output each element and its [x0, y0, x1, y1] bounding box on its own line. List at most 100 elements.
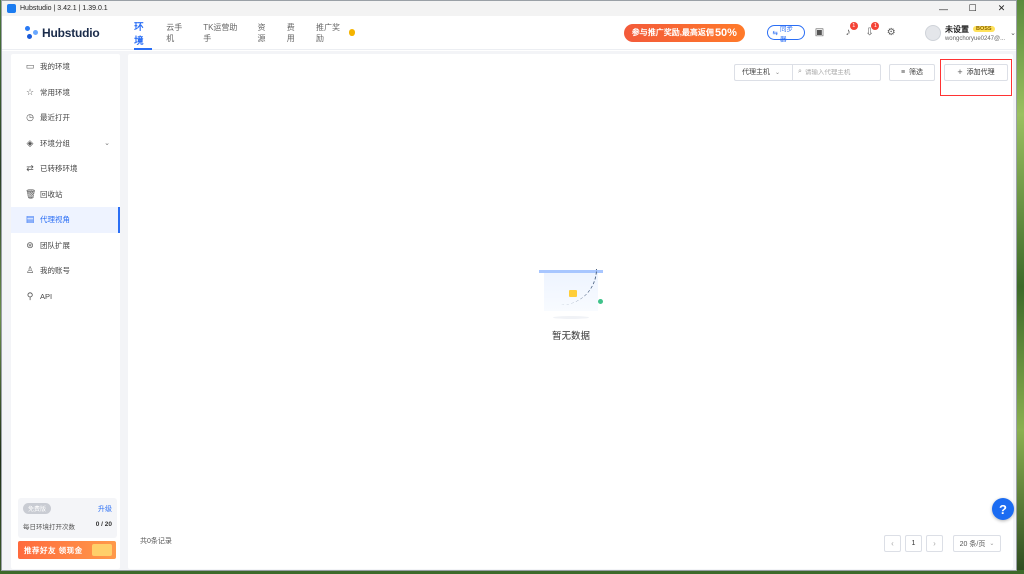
sidebar-item-team-extensions[interactable]: ⊛ 团队扩展	[11, 233, 120, 259]
user-menu[interactable]: 未设置 BOSS wongchoryue0247@... ⌄	[924, 24, 1016, 42]
sidebar-item-label: 常用环境	[40, 87, 70, 97]
sidebar-item-label: 代理视角	[40, 215, 70, 225]
nav-cloud-phone[interactable]: 云手机	[159, 16, 196, 50]
title-bar: Hubstudio | 3.42.1 | 1.39.0.1 — ☐ ✕	[2, 1, 1016, 16]
total-records: 共0条记录	[140, 538, 172, 545]
settings-doc-icon[interactable]: ⚙	[884, 26, 898, 40]
pagination: ‹ 1 › 20 条/页 ⌄	[880, 535, 1001, 552]
maximize-button[interactable]: ☐	[958, 1, 987, 16]
layers-icon: ◈	[26, 137, 34, 148]
filter-icon: ≡	[900, 68, 906, 76]
nav-billing[interactable]: 费用	[280, 16, 309, 50]
illustration-dot	[598, 299, 603, 304]
search-icon: ⌕	[798, 68, 802, 75]
highlight-box: + 添加代理	[940, 58, 1012, 96]
sync-label: 同步器	[779, 25, 793, 43]
add-proxy-button[interactable]: + 添加代理	[944, 63, 1008, 81]
proxy-select-value: 代理主机	[742, 69, 770, 76]
filter-button[interactable]: ≡ 筛选	[889, 63, 935, 81]
user-name-text: 未设置	[944, 24, 969, 34]
toolbar: 代理主机 ⌄ ⌕ ≡ 筛选 + 添加代理	[734, 58, 1013, 96]
chevron-down-icon: ⌄	[989, 541, 995, 547]
monitor-icon: ▭	[25, 61, 35, 72]
empty-illustration	[539, 269, 603, 321]
refer-banner[interactable]: 推荐好友 领现金	[18, 541, 116, 559]
search-input[interactable]	[804, 68, 877, 76]
close-button[interactable]: ✕	[987, 1, 1016, 16]
daily-opens-count: 0 / 20	[95, 521, 112, 528]
screen-icon[interactable]: ▣	[813, 26, 827, 40]
sync-icon: ⇆	[772, 29, 778, 37]
lock-icon	[569, 290, 577, 297]
next-page-button[interactable]: ›	[926, 535, 943, 552]
star-icon: ☆	[25, 86, 35, 97]
main-panel: 代理主机 ⌄ ⌕ ≡ 筛选 + 添加代理	[128, 54, 1013, 569]
prev-page-button[interactable]: ‹	[884, 535, 901, 552]
upgrade-link[interactable]: 升级	[98, 504, 112, 514]
team-icon: ⊛	[26, 239, 34, 250]
api-icon: ⚲	[26, 290, 34, 301]
promo-text: 参与推广奖励,最高返佣	[631, 28, 714, 37]
sidebar-item-favorites[interactable]: ☆ 常用环境	[11, 80, 120, 106]
minimize-button[interactable]: —	[929, 1, 958, 16]
sidebar-item-transferred[interactable]: ⇄ 已转移环境	[11, 156, 120, 182]
gift-icon	[92, 544, 112, 556]
content-area: ▭ 我的环境 ☆ 常用环境 ◷ 最近打开 ◈ 环境分组 ⌄ ⇄ 已转移环境 🗑	[2, 51, 1016, 570]
user-icon: ♙	[25, 265, 35, 276]
user-info: 未设置 BOSS wongchoryue0247@...	[945, 24, 1005, 42]
search-box: ⌕	[792, 63, 881, 81]
empty-text: 暂无数据	[551, 331, 590, 342]
refer-text: 推荐好友 领现金	[24, 545, 83, 555]
illustration-shadow	[553, 316, 589, 319]
sidebar-item-label: 团队扩展	[40, 240, 70, 250]
plan-card: 免费版 升级 每日环境打开次数 0 / 20	[18, 498, 117, 538]
transfer-icon: ⇄	[26, 163, 34, 174]
page-size-value: 20 条/页	[959, 540, 986, 548]
user-email: wongchoryue0247@...	[944, 35, 1006, 42]
nav-tk-assistant[interactable]: TK运营助手	[196, 16, 250, 50]
nav-referral-rewards[interactable]: 推广奖励	[309, 16, 362, 50]
download-icon[interactable]: ⇩ 1	[863, 21, 880, 40]
empty-state: 暂无数据	[536, 269, 606, 342]
sync-button[interactable]: ⇆ 同步器	[766, 25, 805, 43]
logo-text: Hubstudio	[42, 25, 100, 40]
sidebar-item-groups[interactable]: ◈ 环境分组 ⌄	[11, 131, 120, 157]
main-nav: 环境 云手机 TK运营助手 资源 费用 推广奖励	[127, 16, 362, 50]
filter-label: 筛选	[909, 69, 924, 76]
notification-badge: 1	[849, 21, 858, 30]
sidebar-item-label: 我的账号	[40, 266, 70, 276]
nav-referral-label: 推广奖励	[316, 22, 341, 43]
sidebar-item-label: 我的环境	[40, 62, 70, 72]
promo-percent: 50%	[714, 26, 737, 39]
chevron-down-icon: ⌄	[1010, 29, 1016, 37]
update-badge: 1	[871, 21, 880, 30]
nav-resources[interactable]: 资源	[251, 16, 280, 50]
desktop-background-right	[1016, 0, 1024, 574]
help-button[interactable]: ?	[992, 498, 1014, 520]
plan-badge: 免费版	[23, 503, 52, 514]
page-number[interactable]: 1	[905, 535, 922, 552]
hubstudio-logo-icon	[25, 26, 40, 39]
chevron-down-icon[interactable]: ⌄	[104, 139, 110, 147]
sidebar-item-recent[interactable]: ◷ 最近打开	[11, 105, 120, 131]
plus-icon: +	[957, 67, 963, 77]
top-header: Hubstudio 环境 云手机 TK运营助手 资源 费用 推广奖励 参与推广奖…	[2, 16, 1016, 50]
sidebar-item-api[interactable]: ⚲ API	[11, 284, 120, 310]
sidebar-item-proxy-view[interactable]: ▤ 代理视角	[11, 207, 120, 233]
proxy-field-select[interactable]: 代理主机 ⌄	[734, 63, 792, 81]
bell-icon[interactable]: ♪ 1	[841, 21, 858, 40]
page-size-select[interactable]: 20 条/页 ⌄	[953, 535, 1001, 552]
sidebar-item-label: 最近打开	[40, 113, 70, 123]
avatar	[924, 24, 941, 41]
app-window: Hubstudio | 3.42.1 | 1.39.0.1 — ☐ ✕ Hubs…	[1, 0, 1017, 571]
sidebar-item-label: 环境分组	[40, 138, 70, 148]
sidebar-item-my-environments[interactable]: ▭ 我的环境	[11, 54, 120, 80]
trash-icon: 🗑	[25, 188, 37, 199]
sidebar-item-my-account[interactable]: ♙ 我的账号	[11, 258, 120, 284]
sidebar-item-recycle-bin[interactable]: 🗑 回收站	[11, 182, 120, 208]
clock-icon: ◷	[26, 112, 34, 123]
nav-environment[interactable]: 环境	[127, 16, 159, 50]
chevron-down-icon: ⌄	[775, 69, 781, 76]
promo-banner[interactable]: 参与推广奖励,最高返佣 50%	[624, 23, 745, 42]
logo[interactable]: Hubstudio	[25, 26, 118, 40]
